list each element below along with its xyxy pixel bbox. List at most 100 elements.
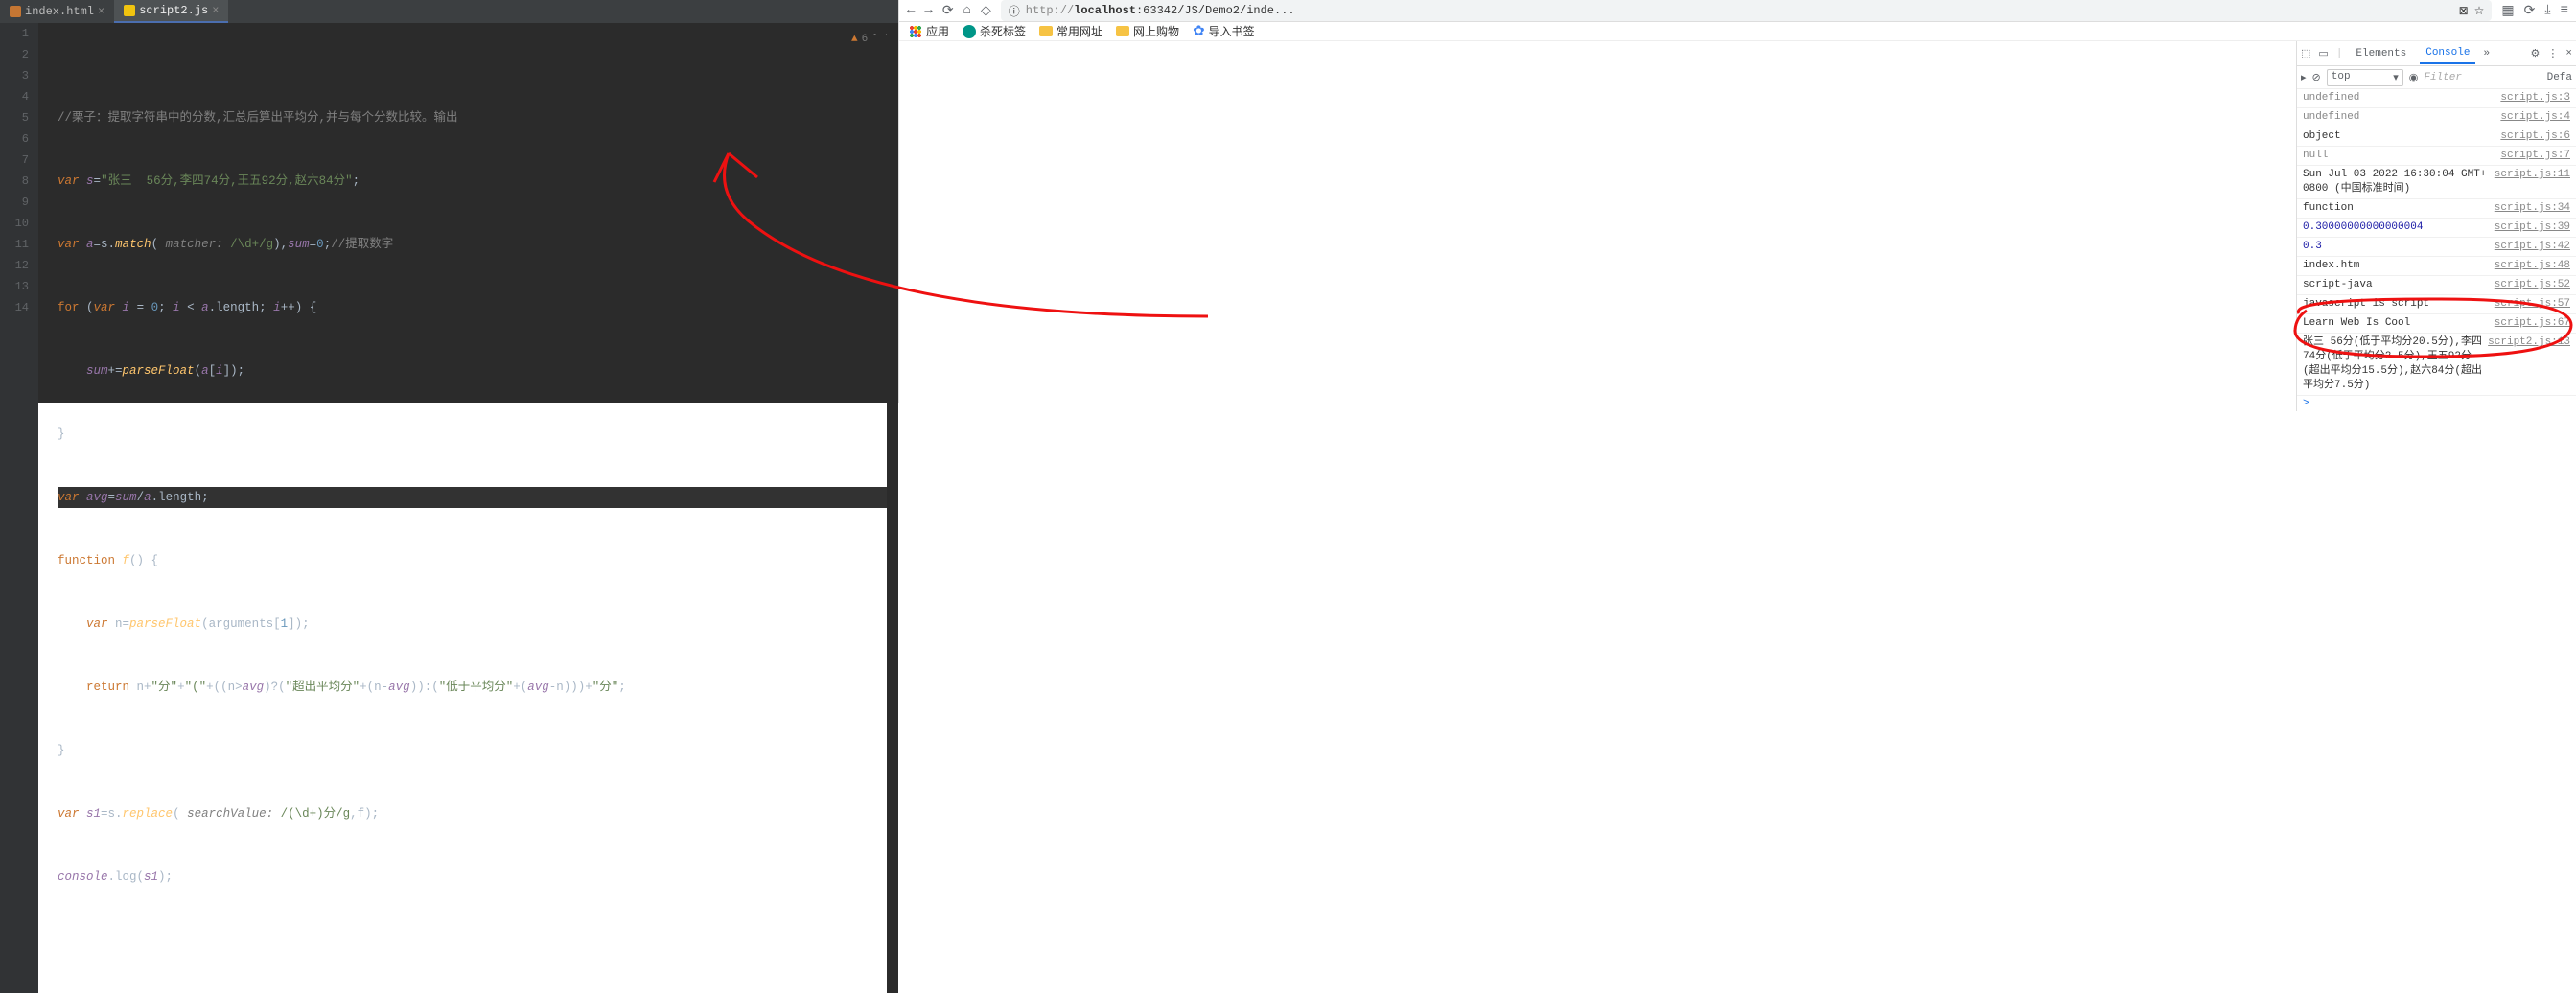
info-icon[interactable]: ⓘ	[1009, 3, 1020, 19]
code-line[interactable]: var avg=sum/a.length;	[58, 487, 898, 508]
levels-label[interactable]: Defa	[2547, 72, 2572, 83]
console-source-link[interactable]: script.js:7	[2500, 149, 2570, 163]
line-number: 10	[0, 213, 29, 234]
code-line[interactable]: }	[58, 424, 898, 445]
line-number: 11	[0, 234, 29, 255]
minimap[interactable]	[887, 23, 898, 993]
code-line[interactable]: function f() {	[58, 550, 898, 571]
console-source-link[interactable]: script.js:52	[2495, 278, 2570, 292]
forward-icon[interactable]: →	[924, 3, 932, 19]
console-source-link[interactable]: script.js:42	[2495, 240, 2570, 254]
console-row[interactable]: nullscript.js:7	[2297, 147, 2576, 166]
code-line[interactable]: var s1=s.replace( searchValue: /(\d+)分/g…	[58, 803, 898, 824]
inspection-hint[interactable]: ▲6ˆ ˇ	[851, 29, 891, 50]
console-message: index.htm	[2303, 259, 2489, 273]
console-row[interactable]: javascript is scriptscript.js:57	[2297, 295, 2576, 314]
console-source-link[interactable]: script.js:67	[2495, 316, 2570, 331]
console-message: 0.30000000000000004	[2303, 220, 2489, 235]
console-row[interactable]: 0.3script.js:42	[2297, 238, 2576, 257]
code-lines[interactable]: ▲6ˆ ˇ //栗子：提取字符串中的分数,汇总后算出平均分,并与每个分数比较。输…	[38, 23, 898, 993]
console-output[interactable]: undefined script.js:3 undefinedscript.js:4…	[2297, 89, 2576, 411]
extension-icon[interactable]: ▦	[2501, 3, 2514, 19]
bookmark-common[interactable]: 常用网址	[1039, 23, 1102, 39]
console-source-link[interactable]: script.js:48	[2495, 259, 2570, 273]
address-bar[interactable]: ⓘ http://localhost:63342/JS/Demo2/inde..…	[1001, 0, 2493, 21]
console-row[interactable]: undefined script.js:3	[2297, 89, 2576, 108]
bookmark-label: 杀死标签	[980, 23, 1026, 39]
back-icon[interactable]: ←	[907, 3, 915, 19]
console-row[interactable]: index.htm script.js:48	[2297, 257, 2576, 276]
console-source-link[interactable]: script.js:11	[2495, 168, 2570, 196]
bookmark-import[interactable]: ✿导入书签	[1193, 22, 1255, 40]
tab-label: script2.js	[139, 4, 208, 17]
line-number: 2	[0, 44, 29, 65]
console-row[interactable]: Learn Web Is Coolscript.js:67	[2297, 314, 2576, 334]
reload-icon[interactable]: ⟳	[942, 3, 954, 19]
line-number: 6	[0, 128, 29, 150]
close-devtools-icon[interactable]: ×	[2565, 48, 2572, 59]
translate-icon[interactable]: ⊠	[2459, 4, 2469, 18]
filter-input[interactable]: Filter	[2424, 72, 2541, 83]
console-row[interactable]: objectscript.js:6	[2297, 127, 2576, 147]
console-row[interactable]: undefinedscript.js:4	[2297, 108, 2576, 127]
code-line[interactable]	[58, 930, 898, 951]
settings-icon[interactable]: ⚙	[2531, 47, 2541, 60]
home-icon[interactable]: ⌂	[963, 3, 971, 19]
close-icon[interactable]: ×	[98, 5, 104, 18]
close-icon[interactable]: ×	[212, 4, 219, 17]
code-line[interactable]: var a=s.match( matcher: /\d+/g),sum=0;//…	[58, 234, 898, 255]
bookmark-apps[interactable]: 应用	[909, 23, 949, 39]
code-line[interactable]: sum+=parseFloat(a[i]);	[58, 360, 898, 381]
console-source-link[interactable]: script2.js:13	[2488, 335, 2570, 393]
tab-script2-js[interactable]: script2.js ×	[114, 0, 228, 23]
console-source-link[interactable]: script.js:39	[2495, 220, 2570, 235]
code-line[interactable]: //栗子：提取字符串中的分数,汇总后算出平均分,并与每个分数比较。输出	[58, 107, 898, 128]
console-row[interactable]: Sun Jul 03 2022 16:30:04 GMT+0800 (中国标准时…	[2297, 166, 2576, 199]
apps-icon	[909, 25, 922, 38]
device-icon[interactable]: ▭	[2318, 47, 2328, 60]
console-row[interactable]: 0.30000000000000004 script.js:39	[2297, 219, 2576, 238]
download-icon[interactable]: ⤓	[2544, 3, 2550, 19]
tab-index-html[interactable]: index.html ×	[0, 1, 114, 22]
tab-label: index.html	[25, 5, 94, 18]
line-number: 1	[0, 23, 29, 44]
inspect-icon[interactable]: ⬚	[2301, 47, 2310, 60]
star-icon[interactable]: ☆	[2474, 4, 2485, 18]
sidebar-toggle-icon[interactable]: ▸	[2301, 71, 2307, 84]
eye-icon[interactable]: ◉	[2409, 71, 2419, 84]
console-prompt[interactable]: >	[2297, 396, 2576, 411]
console-row[interactable]: script-javascript.js:52	[2297, 276, 2576, 295]
menu-icon[interactable]: ≡	[2561, 3, 2568, 19]
console-message: undefined	[2303, 91, 2495, 105]
bookmark-label: 网上购物	[1133, 23, 1179, 39]
tab-elements[interactable]: Elements	[2350, 44, 2412, 63]
screenshot-icon[interactable]: ⟳	[2524, 3, 2536, 19]
console-source-link[interactable]: script.js:4	[2500, 110, 2570, 125]
code-line[interactable]: var n=parseFloat(arguments[1]);	[58, 613, 898, 635]
clear-icon[interactable]: ⊘	[2312, 71, 2321, 84]
kebab-icon[interactable]: ⋮	[2547, 47, 2558, 60]
console-source-link[interactable]: script.js:34	[2495, 201, 2570, 216]
code-line[interactable]: return n+"分"+"("+((n>avg)?("超出平均分"+(n-av…	[58, 677, 898, 698]
console-source-link[interactable]: script.js:3	[2500, 91, 2570, 105]
code-line[interactable]: }	[58, 740, 898, 761]
tab-console[interactable]: Console	[2420, 43, 2475, 64]
folder-icon	[1116, 26, 1129, 36]
console-source-link[interactable]: script.js:6	[2500, 129, 2570, 144]
code-line[interactable]: for (var i = 0; i < a.length; i++) {	[58, 297, 898, 318]
shield-icon[interactable]: ◇	[981, 3, 991, 19]
bookmark-kill[interactable]: 杀死标签	[963, 23, 1026, 39]
bookmark-shop[interactable]: 网上购物	[1116, 23, 1179, 39]
code-line[interactable]: console.log(s1);	[58, 866, 898, 888]
console-source-link[interactable]: script.js:57	[2495, 297, 2570, 312]
console-row[interactable]: functionscript.js:34	[2297, 199, 2576, 219]
gutter: 1 2 3 4 5 6 7 8 9 10 11 12 13 14	[0, 23, 38, 993]
line-number: 14	[0, 297, 29, 318]
import-icon: ✿	[1193, 22, 1205, 40]
context-selector[interactable]: top▾	[2327, 69, 2403, 86]
line-number: 5	[0, 107, 29, 128]
code-line[interactable]: var s="张三 56分,李四74分,王五92分,赵六84分";	[58, 171, 898, 192]
code-area[interactable]: 1 2 3 4 5 6 7 8 9 10 11 12 13 14 ▲6ˆ ˇ /…	[0, 23, 898, 993]
console-row[interactable]: 张三 56分(低于平均分20.5分),李四74分(低于平均分2.5分),王五92…	[2297, 334, 2576, 396]
more-tabs-icon[interactable]: »	[2483, 48, 2490, 59]
